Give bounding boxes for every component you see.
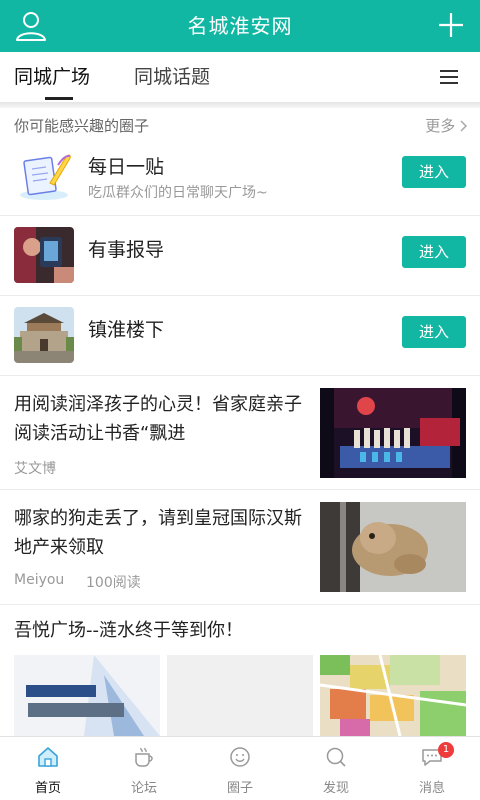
tab-square[interactable]: 同城广场 [14,52,90,102]
article-author: 艾文博 [14,461,56,477]
add-icon[interactable] [436,10,466,40]
circle-item[interactable]: 有事报导 进入 [0,216,480,296]
nav-label: 首页 [34,781,61,796]
article-author: Meiyou [14,572,65,588]
smiley-circle-icon [230,747,250,767]
article-thumbnail [320,502,466,592]
article-thumbnail [320,388,466,478]
circle-thumbnail [14,227,74,283]
notification-badge: 1 [438,742,454,758]
enter-button[interactable]: 进入 [402,236,466,268]
app-title: 名城淮安网 [187,14,293,38]
nav-label: 发现 [322,781,349,796]
article-title: 用阅读润泽孩子的心灵！省家庭亲子阅读活动让书香“飘进 [14,394,302,444]
nav-label: 圈子 [226,781,253,796]
more-link[interactable]: 更多 [425,115,468,136]
post-image [167,655,313,736]
active-tab-indicator [45,97,73,100]
circle-item[interactable]: 每日一贴 吃瓜群众们的日常聊天广场~ 进入 [0,136,480,216]
nav-circles[interactable]: 圈子 [192,737,288,800]
nav-discover[interactable]: 发现 [288,737,384,800]
circle-name: 有事报导 [88,239,165,261]
nav-label: 消息 [418,781,445,796]
post-title: 吾悦广场--涟水终于等到你！ [14,620,243,641]
tab-bar: 同城广场 同城话题 [0,52,480,102]
nav-messages[interactable]: 1 消息 [384,737,480,800]
post-image [14,655,160,736]
coffee-cup-icon [135,747,153,767]
nav-label: 论坛 [130,781,157,796]
circle-name: 每日一贴 [88,156,165,178]
chevron-right-icon [460,120,468,132]
menu-icon[interactable] [440,69,458,85]
circle-thumbnail [14,147,74,203]
circle-item[interactable]: 镇淮楼下 进入 [0,296,480,376]
article-item[interactable]: 哪家的狗走丢了，请到皇冠国际汉斯地产来领取 Meiyou 100阅读 [0,490,480,605]
article-item[interactable]: 用阅读润泽孩子的心灵！省家庭亲子阅读活动让书香“飘进 艾文博 [0,376,480,490]
enter-button[interactable]: 进入 [402,156,466,188]
article-reads: 100阅读 [86,575,141,591]
home-icon [38,747,58,767]
nav-home[interactable]: 首页 [0,737,96,800]
enter-button[interactable]: 进入 [402,316,466,348]
post-image [320,655,466,736]
circle-description: 吃瓜群众们的日常聊天广场~ [88,185,268,201]
tab-topics[interactable]: 同城话题 [134,52,210,102]
search-icon [326,747,346,767]
top-bar: 名城淮安网 [0,0,480,52]
image-post[interactable]: 吾悦广场--涟水终于等到你！ [0,606,480,736]
circle-thumbnail [14,307,74,363]
nav-forum[interactable]: 论坛 [96,737,192,800]
article-title: 哪家的狗走丢了，请到皇冠国际汉斯地产来领取 [14,508,302,558]
section-title: 你可能感兴趣的圈子 [14,117,150,135]
more-label: 更多 [425,117,456,135]
circle-name: 镇淮楼下 [88,319,165,341]
bottom-navigation: 首页 论坛 圈子 发现 1 消息 [0,736,480,800]
